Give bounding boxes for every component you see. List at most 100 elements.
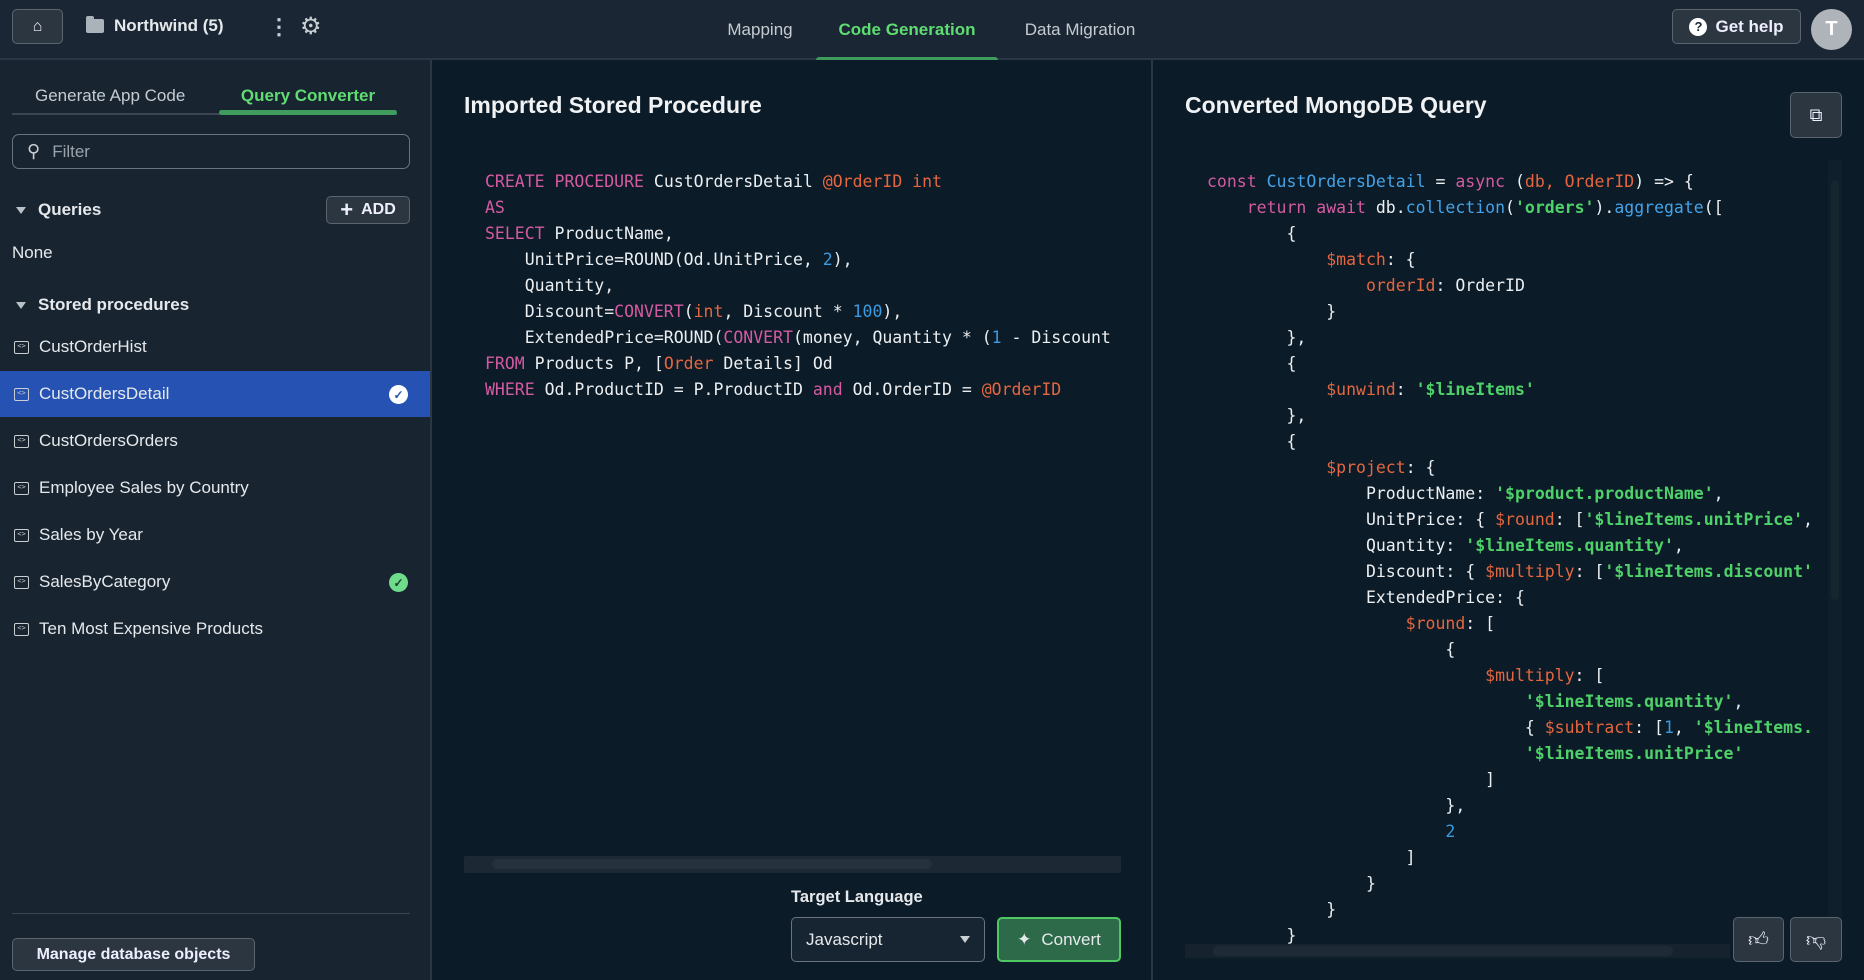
target-language-label: Target Language — [791, 888, 923, 906]
code-line: return await db.collection('orders').agg… — [1207, 195, 1825, 221]
code-token: Discount= — [524, 302, 615, 321]
stored-procedure-item[interactable]: <> SalesByCategory ✓ — [0, 559, 430, 605]
nav-tab-data-migration[interactable]: Data Migration — [1010, 0, 1150, 60]
procedure-icon: <> — [14, 528, 29, 542]
code-token: 1 — [991, 328, 1002, 347]
code-token: '$lineItems.quantity' — [1524, 692, 1734, 711]
scrollbar-thumb[interactable] — [492, 859, 932, 869]
filter-input[interactable] — [52, 141, 383, 162]
code-token: ) => { — [1634, 172, 1694, 191]
code-token: : [ — [1554, 510, 1585, 529]
code-token: CREATE PROCEDURE — [485, 172, 654, 191]
code-token: : { — [1385, 250, 1416, 269]
caret-down-icon — [16, 301, 26, 309]
home-button[interactable]: ⌂ — [12, 9, 63, 44]
converted-check-icon: ✓ — [389, 573, 408, 592]
code-token: Od.OrderID = — [852, 380, 982, 399]
code-token: ExtendedPrice: { — [1365, 588, 1525, 607]
code-token: FROM — [485, 354, 535, 373]
add-query-button[interactable]: + ADD — [326, 196, 410, 224]
stored-procedure-item[interactable]: <> Ten Most Expensive Products — [0, 606, 430, 652]
code-token: 'orders' — [1514, 198, 1595, 217]
thumbs-up-button[interactable]: 👍︎ — [1733, 917, 1784, 962]
get-help-button[interactable]: ? Get help — [1672, 9, 1801, 44]
code-line: ExtendedPrice: { — [1207, 585, 1825, 611]
stored-procedures-section-toggle[interactable]: Stored procedures — [16, 295, 189, 315]
tab-query-converter[interactable]: Query Converter — [219, 78, 397, 114]
tab-generate-app-code[interactable]: Generate App Code — [35, 78, 185, 114]
code-line: { $subtract: [1, '$lineItems. — [1207, 715, 1825, 741]
nav-tab-code-generation[interactable]: Code Generation — [816, 0, 998, 62]
gear-icon[interactable]: ⚙ — [300, 12, 322, 41]
avatar[interactable]: T — [1811, 9, 1852, 50]
code-line: CREATE PROCEDURE CustOrdersDetail @Order… — [485, 169, 1123, 195]
stored-procedure-item[interactable]: <> CustOrdersOrders — [0, 418, 430, 464]
stored-procedure-item[interactable]: <> CustOrdersDetail ✓ — [0, 371, 430, 417]
code-token: ] — [1485, 770, 1496, 789]
code-token: : [ — [1574, 562, 1605, 581]
code-line: AS — [485, 195, 1123, 221]
code-token: - Discount — [1001, 328, 1111, 347]
stored-procedure-label: Employee Sales by Country — [39, 478, 249, 497]
stored-procedure-item[interactable]: <> Employee Sales by Country — [0, 465, 430, 511]
code-line: '$lineItems.quantity', — [1207, 689, 1825, 715]
code-token: { — [1286, 354, 1297, 373]
code-token: const — [1207, 172, 1267, 191]
code-token: , Discount * — [723, 302, 853, 321]
stored-procedure-label: Ten Most Expensive Products — [39, 619, 263, 638]
code-token: }, — [1445, 796, 1466, 815]
stored-procedure-item[interactable]: <> Sales by Year — [0, 512, 430, 558]
code-token: $round — [1495, 510, 1555, 529]
code-token: }, — [1286, 406, 1307, 425]
stored-procedure-item[interactable]: <> CustOrderHist — [0, 324, 430, 370]
caret-down-icon — [16, 206, 26, 214]
target-language-select[interactable]: Javascript — [791, 917, 985, 962]
result-code-viewer[interactable]: const CustOrdersDetail = async (db, Orde… — [1207, 169, 1825, 945]
code-token: ( — [683, 302, 694, 321]
code-token: $multiply — [1485, 666, 1575, 685]
code-line: { — [1207, 221, 1825, 247]
stored-procedure-label: CustOrdersOrders — [39, 431, 178, 450]
stored-procedure-label: CustOrderHist — [39, 337, 147, 356]
result-vertical-scrollbar[interactable] — [1828, 160, 1842, 950]
source-horizontal-scrollbar[interactable] — [464, 856, 1121, 873]
copy-button[interactable]: ⧉ — [1790, 92, 1842, 138]
code-token: db. — [1375, 198, 1406, 217]
code-token: : [ — [1574, 666, 1605, 685]
code-line: ExtendedPrice=ROUND(CONVERT(money, Quant… — [485, 325, 1123, 351]
scrollbar-thumb[interactable] — [1213, 946, 1673, 956]
code-line: $match: { — [1207, 247, 1825, 273]
code-token: ([ — [1703, 198, 1724, 217]
procedure-icon: <> — [14, 575, 29, 589]
code-line: SELECT ProductName, — [485, 221, 1123, 247]
code-line: ] — [1207, 845, 1825, 871]
result-horizontal-scrollbar[interactable] — [1185, 944, 1730, 958]
queries-empty-text: None — [12, 243, 53, 262]
thumbs-down-button[interactable]: 👎︎ — [1790, 917, 1842, 962]
project-selector[interactable]: Northwind (5) — [86, 16, 224, 36]
code-token: ProductName, — [554, 224, 674, 243]
more-options-icon[interactable]: ⋮ — [268, 14, 290, 40]
stored-procedure-label: Sales by Year — [39, 525, 143, 544]
code-line: UnitPrice=ROUND(Od.UnitPrice, 2), — [485, 247, 1123, 273]
code-line: $round: [ — [1207, 611, 1825, 637]
nav-tab-mapping[interactable]: Mapping — [720, 0, 800, 60]
code-token: = — [1425, 172, 1456, 191]
code-token: Order — [663, 354, 714, 373]
manage-database-objects-button[interactable]: Manage database objects — [12, 938, 255, 971]
code-token: $multiply — [1485, 562, 1575, 581]
source-code-editor[interactable]: CREATE PROCEDURE CustOrdersDetail @Order… — [485, 169, 1123, 429]
code-token: int — [693, 302, 724, 321]
source-panel-title: Imported Stored Procedure — [464, 92, 762, 118]
convert-button[interactable]: ✦ Convert — [997, 917, 1121, 962]
code-line: $unwind: '$lineItems' — [1207, 377, 1825, 403]
procedure-icon: <> — [14, 434, 29, 448]
code-token: '$lineItems. — [1693, 718, 1813, 737]
code-line: }, — [1207, 793, 1825, 819]
copy-icon: ⧉ — [1809, 104, 1823, 125]
filter-field[interactable]: ⚲ — [12, 134, 410, 169]
queries-section-toggle[interactable]: Queries — [16, 200, 101, 220]
procedure-icon: <> — [14, 340, 29, 354]
scrollbar-thumb[interactable] — [1831, 180, 1839, 600]
code-token: ( — [1514, 172, 1525, 191]
